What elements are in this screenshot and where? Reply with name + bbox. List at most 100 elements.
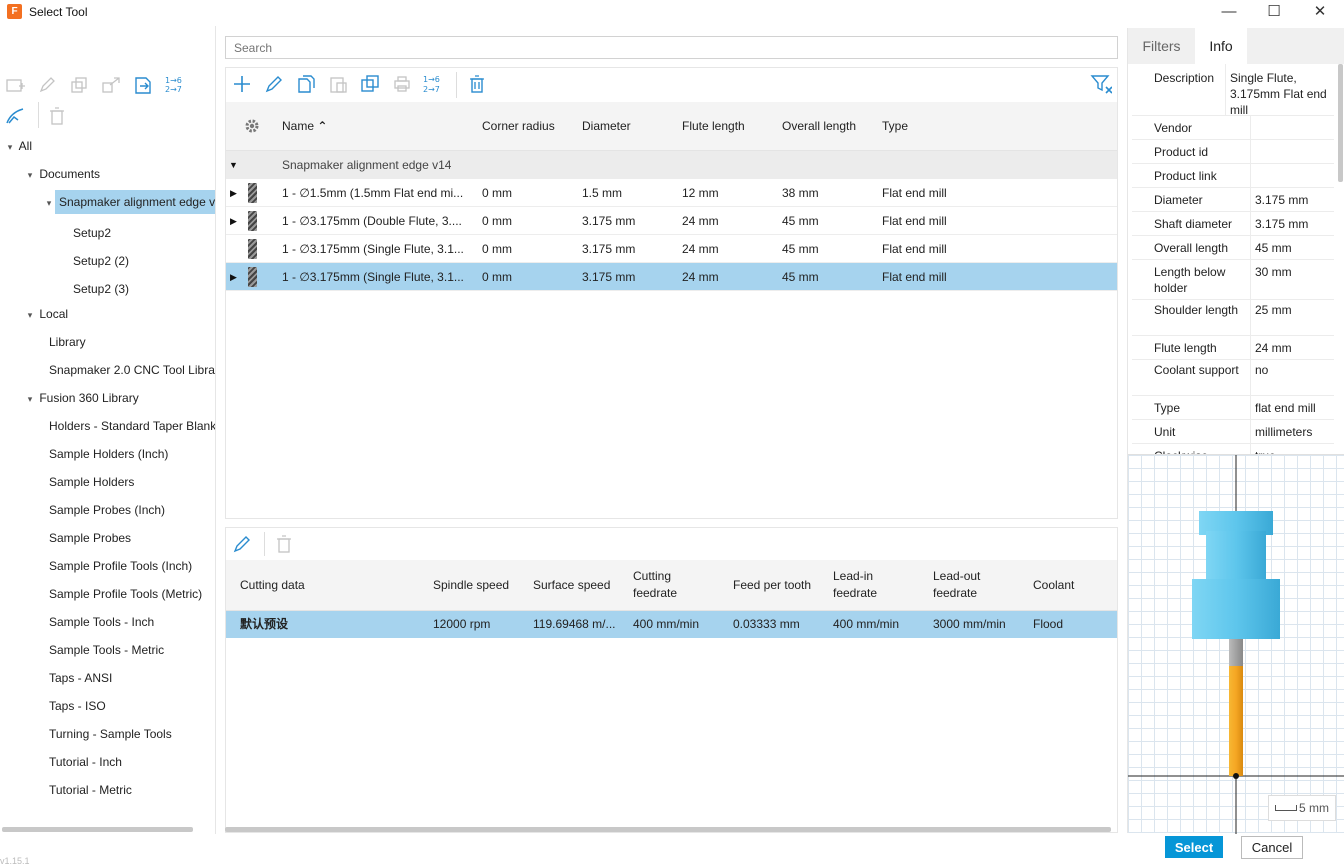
chevron-down-icon[interactable]: ▼	[229, 151, 238, 179]
pencil-icon[interactable]	[231, 533, 253, 555]
chevron-down-icon[interactable]: ▾	[24, 163, 36, 186]
chevron-right-icon[interactable]: ▶	[230, 263, 237, 291]
tree-item-snapmaker-alignment-edge[interactable]: ▾ Snapmaker alignment edge v14	[0, 190, 215, 214]
tab-info[interactable]: Info	[1195, 28, 1247, 64]
copy-icon[interactable]	[295, 73, 317, 95]
tree-item-sample-holders[interactable]: Sample Holders	[0, 470, 215, 494]
tree-item-taps-iso[interactable]: Taps - ISO	[0, 694, 215, 718]
info-row: Description Single Flute, 3.175mm Flat e…	[1132, 64, 1334, 117]
trash-icon[interactable]	[466, 73, 488, 95]
column-header-feed-per-tooth[interactable]: Feed per tooth	[733, 577, 811, 594]
tree-horizontal-scrollbar[interactable]	[2, 827, 193, 832]
renumber-icon[interactable]: 1→6 2→7	[423, 73, 445, 95]
tree-item-sample-probes-inch[interactable]: Sample Probes (Inch)	[0, 498, 215, 522]
tree-item-local[interactable]: ▾ Local	[0, 302, 215, 326]
tree-item-sample-tools-metric[interactable]: Sample Tools - Metric	[0, 638, 215, 662]
column-header-lead-out-feedrate[interactable]: Lead-out feedrate	[933, 568, 980, 602]
column-header-coolant[interactable]: Coolant	[1033, 577, 1074, 594]
column-header-corner-radius[interactable]: Corner radius	[482, 102, 555, 151]
info-vertical-scrollbar[interactable]	[1338, 64, 1343, 182]
tree-item-turning-sample-tools[interactable]: Turning - Sample Tools	[0, 722, 215, 746]
column-header-diameter[interactable]: Diameter	[582, 102, 631, 151]
tools-toolbar: 1→6 2→7	[226, 68, 1117, 102]
tree-item-setup2[interactable]: Setup2	[0, 221, 215, 245]
new-folder-icon[interactable]	[4, 74, 26, 96]
tree-item-library[interactable]: Library	[0, 330, 215, 354]
tree-item-setup2-3[interactable]: Setup2 (3)	[0, 277, 215, 301]
chevron-right-icon[interactable]: ▶	[230, 207, 237, 235]
pencil-icon[interactable]	[36, 74, 58, 96]
tools-table-header: Name ⌃ Corner radius Diameter Flute leng…	[226, 102, 1117, 151]
info-row: Clockwise true	[1132, 444, 1334, 454]
tree-item-sample-tools-inch[interactable]: Sample Tools - Inch	[0, 610, 215, 634]
table-row-selected[interactable]: ▶ 1 - ∅3.175mm (Single Flute, 3.1... 0 m…	[226, 263, 1117, 291]
chevron-down-icon[interactable]: ▾	[4, 135, 16, 158]
select-button[interactable]: Select	[1165, 836, 1223, 858]
export-icon[interactable]	[100, 74, 122, 96]
duplicate-icon[interactable]	[359, 73, 381, 95]
column-header-spindle-speed[interactable]: Spindle speed	[433, 577, 509, 594]
group-row[interactable]: ▼ Snapmaker alignment edge v14	[226, 151, 1117, 179]
tree-item-tutorial-metric[interactable]: Tutorial - Metric	[0, 778, 215, 802]
info-row: Diameter 3.175 mm	[1132, 188, 1334, 212]
table-row[interactable]: ▶ 1 - ∅1.5mm (1.5mm Flat end mi... 0 mm …	[226, 179, 1117, 207]
tree-item-snapmaker-cnc-library[interactable]: Snapmaker 2.0 CNC Tool Library	[0, 358, 215, 382]
magic-sort-icon[interactable]	[4, 105, 26, 127]
gear-icon[interactable]	[243, 117, 261, 138]
cutting-data-panel: Cutting data Spindle speed Surface speed…	[225, 527, 1118, 833]
column-header-type[interactable]: Type	[882, 102, 908, 151]
column-header-cutting-feedrate[interactable]: Cutting feedrate	[633, 568, 677, 602]
tree-item-sample-profile-tools-metric[interactable]: Sample Profile Tools (Metric)	[0, 582, 215, 606]
chevron-down-icon[interactable]: ▾	[43, 191, 55, 214]
filter-clear-icon[interactable]	[1090, 73, 1112, 95]
column-header-name[interactable]: Name ⌃	[282, 102, 327, 151]
tree-item-setup2-2[interactable]: Setup2 (2)	[0, 249, 215, 273]
library-toolbar-row2	[4, 105, 68, 127]
toolbar-divider	[38, 102, 39, 128]
title-bar: F Select Tool — ☐ ✕	[0, 0, 1344, 26]
renumber-icon[interactable]: 1→6 2→7	[164, 74, 186, 96]
info-row: Coolant support no	[1132, 360, 1334, 396]
horizontal-scrollbar[interactable]	[225, 827, 1111, 832]
close-button[interactable]: ✕	[1297, 0, 1343, 26]
info-list: Description Single Flute, 3.175mm Flat e…	[1128, 64, 1338, 454]
cutting-data-row-selected[interactable]: 默认预设 12000 rpm 119.69468 m/... 400 mm/mi…	[226, 611, 1117, 638]
tree-item-holders-standard-taper[interactable]: Holders - Standard Taper Blanks	[0, 414, 215, 438]
print-icon[interactable]	[391, 73, 413, 95]
tree-item-sample-probes[interactable]: Sample Probes	[0, 526, 215, 550]
trash-icon[interactable]	[46, 105, 68, 127]
tree-item-all[interactable]: ▾ All	[0, 134, 215, 158]
pencil-icon[interactable]	[263, 73, 285, 95]
chevron-right-icon[interactable]: ▶	[230, 179, 237, 207]
chevron-down-icon[interactable]: ▾	[24, 387, 36, 410]
svg-text:1→6: 1→6	[423, 75, 440, 84]
tree-item-tutorial-inch[interactable]: Tutorial - Inch	[0, 750, 215, 774]
version-label: v1.15.1	[0, 856, 30, 866]
cancel-button[interactable]: Cancel	[1241, 836, 1303, 859]
column-header-cutting-data[interactable]: Cutting data	[240, 577, 305, 594]
tool-shank	[1229, 639, 1243, 666]
tab-filters[interactable]: Filters	[1128, 28, 1195, 64]
tree-item-documents[interactable]: ▾ Documents	[0, 162, 215, 186]
chevron-down-icon[interactable]: ▾	[24, 303, 36, 326]
tree-item-fusion-360-library[interactable]: ▾ Fusion 360 Library	[0, 386, 215, 410]
tree-item-sample-holders-inch[interactable]: Sample Holders (Inch)	[0, 442, 215, 466]
maximize-button[interactable]: ☐	[1251, 0, 1297, 26]
minimize-button[interactable]: —	[1206, 0, 1252, 26]
tree-item-sample-profile-tools-inch[interactable]: Sample Profile Tools (Inch)	[0, 554, 215, 578]
column-header-flute-length[interactable]: Flute length	[682, 102, 745, 151]
table-row[interactable]: 1 - ∅3.175mm (Single Flute, 3.1... 0 mm …	[226, 235, 1117, 263]
search-input[interactable]	[225, 36, 1118, 59]
tree-item-taps-ansi[interactable]: Taps - ANSI	[0, 666, 215, 690]
import-icon[interactable]	[132, 74, 154, 96]
copy-icon[interactable]	[68, 74, 90, 96]
column-header-surface-speed[interactable]: Surface speed	[533, 577, 610, 594]
paste-icon[interactable]	[327, 73, 349, 95]
column-header-lead-in-feedrate[interactable]: Lead-in feedrate	[833, 568, 877, 602]
scale-indicator: 5 mm	[1268, 795, 1336, 821]
tool-tip	[1233, 773, 1239, 779]
plus-icon[interactable]	[231, 73, 253, 95]
column-header-overall-length[interactable]: Overall length	[782, 102, 856, 151]
trash-icon[interactable]	[273, 533, 295, 555]
table-row[interactable]: ▶ 1 - ∅3.175mm (Double Flute, 3.... 0 mm…	[226, 207, 1117, 235]
